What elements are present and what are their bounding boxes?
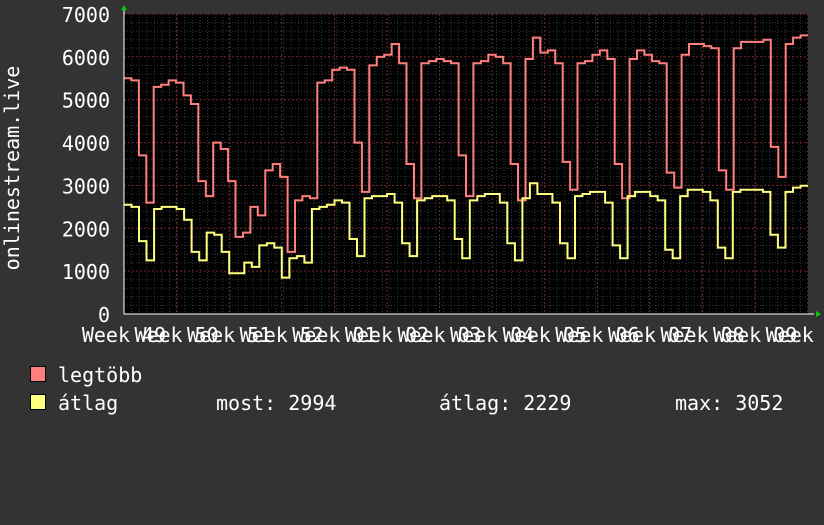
legend-label-max: legtöbb <box>58 363 143 387</box>
y-tick-label: 4000 <box>62 132 110 156</box>
stat-now: most: 2994 <box>216 391 337 415</box>
legend-swatch-avg <box>30 394 46 410</box>
y-axis-label: onlinestream.live <box>0 66 24 271</box>
y-axis-arrow <box>121 5 127 10</box>
x-axis-ticks: Week 49Week 50Week 51Week 52Week 01Week … <box>82 323 824 347</box>
y-tick-label: 5000 <box>62 89 110 113</box>
legend-item-avg: átlag most: 2994 átlag: 2229 max: 3052 <box>30 392 783 414</box>
y-axis-ticks: 01000200030004000500060007000 <box>62 3 110 327</box>
legend-label-avg: átlag <box>58 391 119 415</box>
legend-swatch-max <box>30 366 46 382</box>
stat-average: átlag: 2229 <box>439 391 572 415</box>
y-tick-label: 2000 <box>62 217 110 241</box>
y-tick-label: 1000 <box>62 260 110 284</box>
x-axis-arrow <box>816 311 821 317</box>
legend-item-max: legtöbb <box>30 364 142 386</box>
stat-max: max: 3052 <box>675 391 784 415</box>
x-tick-label: Week 10 <box>766 323 824 347</box>
y-tick-label: 7000 <box>62 3 110 27</box>
chart: 01000200030004000500060007000 Week 49Wee… <box>0 3 824 347</box>
y-tick-label: 6000 <box>62 46 110 70</box>
y-tick-label: 3000 <box>62 174 110 198</box>
